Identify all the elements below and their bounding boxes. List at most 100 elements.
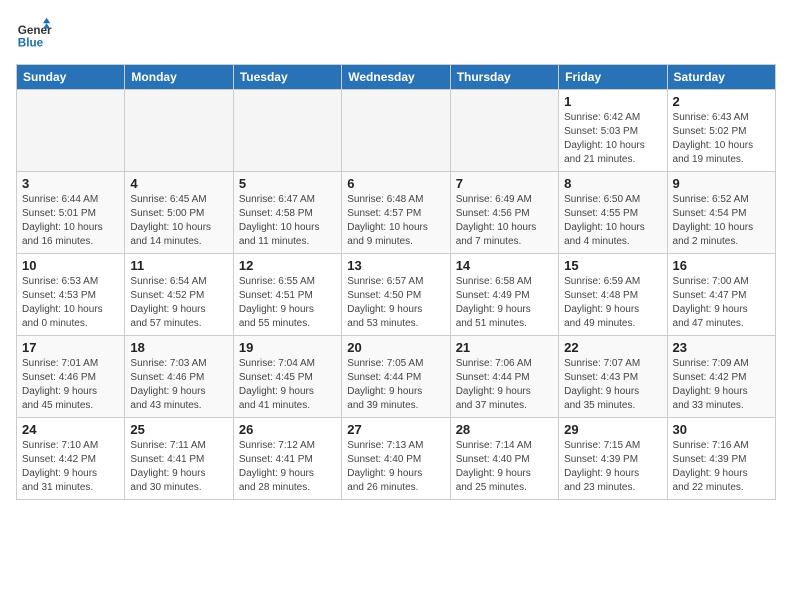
- day-cell: 11 Sunrise: 6:54 AM Sunset: 4:52 PM Dayli…: [125, 254, 233, 336]
- day-cell: [233, 90, 341, 172]
- day-cell: 1 Sunrise: 6:42 AM Sunset: 5:03 PM Daylig…: [559, 90, 667, 172]
- day-number: 14: [456, 258, 553, 273]
- day-cell: 4 Sunrise: 6:45 AM Sunset: 5:00 PM Daylig…: [125, 172, 233, 254]
- day-number: 11: [130, 258, 227, 273]
- weekday-header-wednesday: Wednesday: [342, 65, 450, 90]
- day-number: 2: [673, 94, 770, 109]
- day-cell: 13 Sunrise: 6:57 AM Sunset: 4:50 PM Dayli…: [342, 254, 450, 336]
- logo: General Blue: [16, 16, 52, 52]
- day-info: Sunrise: 7:14 AM Sunset: 4:40 PM Dayligh…: [456, 439, 553, 495]
- svg-text:Blue: Blue: [18, 37, 44, 50]
- day-cell: 7 Sunrise: 6:49 AM Sunset: 4:56 PM Daylig…: [450, 172, 558, 254]
- day-number: 22: [564, 340, 661, 355]
- week-row-4: 17 Sunrise: 7:01 AM Sunset: 4:46 PM Dayli…: [17, 336, 776, 418]
- day-cell: 16 Sunrise: 7:00 AM Sunset: 4:47 PM Dayli…: [667, 254, 775, 336]
- day-info: Sunrise: 6:44 AM Sunset: 5:01 PM Dayligh…: [22, 193, 119, 249]
- day-cell: 27 Sunrise: 7:13 AM Sunset: 4:40 PM Dayli…: [342, 418, 450, 500]
- day-info: Sunrise: 6:47 AM Sunset: 4:58 PM Dayligh…: [239, 193, 336, 249]
- day-info: Sunrise: 7:13 AM Sunset: 4:40 PM Dayligh…: [347, 439, 444, 495]
- day-number: 20: [347, 340, 444, 355]
- day-info: Sunrise: 6:52 AM Sunset: 4:54 PM Dayligh…: [673, 193, 770, 249]
- day-cell: 19 Sunrise: 7:04 AM Sunset: 4:45 PM Dayli…: [233, 336, 341, 418]
- day-info: Sunrise: 7:11 AM Sunset: 4:41 PM Dayligh…: [130, 439, 227, 495]
- day-cell: 9 Sunrise: 6:52 AM Sunset: 4:54 PM Daylig…: [667, 172, 775, 254]
- day-cell: [450, 90, 558, 172]
- day-cell: 24 Sunrise: 7:10 AM Sunset: 4:42 PM Dayli…: [17, 418, 125, 500]
- day-info: Sunrise: 7:16 AM Sunset: 4:39 PM Dayligh…: [673, 439, 770, 495]
- day-number: 29: [564, 422, 661, 437]
- weekday-row: SundayMondayTuesdayWednesdayThursdayFrid…: [17, 65, 776, 90]
- day-cell: 22 Sunrise: 7:07 AM Sunset: 4:43 PM Dayli…: [559, 336, 667, 418]
- day-number: 17: [22, 340, 119, 355]
- day-cell: 17 Sunrise: 7:01 AM Sunset: 4:46 PM Dayli…: [17, 336, 125, 418]
- day-info: Sunrise: 6:45 AM Sunset: 5:00 PM Dayligh…: [130, 193, 227, 249]
- day-cell: 10Sunrise: 6:53 AM Sunset: 4:53 PM Dayli…: [17, 254, 125, 336]
- day-number: 16: [673, 258, 770, 273]
- day-cell: 6 Sunrise: 6:48 AM Sunset: 4:57 PM Daylig…: [342, 172, 450, 254]
- day-number: 18: [130, 340, 227, 355]
- day-number: 1: [564, 94, 661, 109]
- day-cell: 14 Sunrise: 6:58 AM Sunset: 4:49 PM Dayli…: [450, 254, 558, 336]
- day-number: 19: [239, 340, 336, 355]
- day-info: Sunrise: 7:10 AM Sunset: 4:42 PM Dayligh…: [22, 439, 119, 495]
- day-number: 24: [22, 422, 119, 437]
- day-number: 27: [347, 422, 444, 437]
- day-number: 7: [456, 176, 553, 191]
- week-row-5: 24 Sunrise: 7:10 AM Sunset: 4:42 PM Dayli…: [17, 418, 776, 500]
- calendar-table: SundayMondayTuesdayWednesdayThursdayFrid…: [16, 64, 776, 500]
- day-info: Sunrise: 7:01 AM Sunset: 4:46 PM Dayligh…: [22, 357, 119, 413]
- day-info: Sunrise: 7:00 AM Sunset: 4:47 PM Dayligh…: [673, 275, 770, 331]
- day-number: 30: [673, 422, 770, 437]
- day-info: Sunrise: 7:04 AM Sunset: 4:45 PM Dayligh…: [239, 357, 336, 413]
- day-info: Sunrise: 7:15 AM Sunset: 4:39 PM Dayligh…: [564, 439, 661, 495]
- week-row-1: 1 Sunrise: 6:42 AM Sunset: 5:03 PM Daylig…: [17, 90, 776, 172]
- day-number: 26: [239, 422, 336, 437]
- calendar-header: SundayMondayTuesdayWednesdayThursdayFrid…: [17, 65, 776, 90]
- day-info: Sunrise: 6:42 AM Sunset: 5:03 PM Dayligh…: [564, 111, 661, 167]
- day-cell: 30 Sunrise: 7:16 AM Sunset: 4:39 PM Dayli…: [667, 418, 775, 500]
- day-cell: 21 Sunrise: 7:06 AM Sunset: 4:44 PM Dayli…: [450, 336, 558, 418]
- day-info: Sunrise: 6:49 AM Sunset: 4:56 PM Dayligh…: [456, 193, 553, 249]
- day-number: 4: [130, 176, 227, 191]
- day-number: 13: [347, 258, 444, 273]
- day-cell: [17, 90, 125, 172]
- day-number: 21: [456, 340, 553, 355]
- day-cell: 28Sunrise: 7:14 AM Sunset: 4:40 PM Dayli…: [450, 418, 558, 500]
- day-cell: 12Sunrise: 6:55 AM Sunset: 4:51 PM Dayli…: [233, 254, 341, 336]
- day-info: Sunrise: 6:53 AM Sunset: 4:53 PM Dayligh…: [22, 275, 119, 331]
- day-info: Sunrise: 7:05 AM Sunset: 4:44 PM Dayligh…: [347, 357, 444, 413]
- page-header: General Blue: [16, 16, 776, 52]
- day-cell: 23 Sunrise: 7:09 AM Sunset: 4:42 PM Dayli…: [667, 336, 775, 418]
- day-number: 5: [239, 176, 336, 191]
- day-number: 25: [130, 422, 227, 437]
- day-info: Sunrise: 6:48 AM Sunset: 4:57 PM Dayligh…: [347, 193, 444, 249]
- week-row-2: 3Sunrise: 6:44 AM Sunset: 5:01 PM Daylig…: [17, 172, 776, 254]
- day-info: Sunrise: 7:06 AM Sunset: 4:44 PM Dayligh…: [456, 357, 553, 413]
- day-cell: 20 Sunrise: 7:05 AM Sunset: 4:44 PM Dayli…: [342, 336, 450, 418]
- day-info: Sunrise: 6:50 AM Sunset: 4:55 PM Dayligh…: [564, 193, 661, 249]
- week-row-3: 10Sunrise: 6:53 AM Sunset: 4:53 PM Dayli…: [17, 254, 776, 336]
- day-number: 12: [239, 258, 336, 273]
- weekday-header-monday: Monday: [125, 65, 233, 90]
- weekday-header-sunday: Sunday: [17, 65, 125, 90]
- day-number: 9: [673, 176, 770, 191]
- weekday-header-tuesday: Tuesday: [233, 65, 341, 90]
- day-info: Sunrise: 7:09 AM Sunset: 4:42 PM Dayligh…: [673, 357, 770, 413]
- day-cell: 26 Sunrise: 7:12 AM Sunset: 4:41 PM Dayli…: [233, 418, 341, 500]
- day-info: Sunrise: 7:07 AM Sunset: 4:43 PM Dayligh…: [564, 357, 661, 413]
- day-number: 8: [564, 176, 661, 191]
- day-info: Sunrise: 6:57 AM Sunset: 4:50 PM Dayligh…: [347, 275, 444, 331]
- day-cell: [342, 90, 450, 172]
- day-info: Sunrise: 6:59 AM Sunset: 4:48 PM Dayligh…: [564, 275, 661, 331]
- day-cell: 25 Sunrise: 7:11 AM Sunset: 4:41 PM Dayli…: [125, 418, 233, 500]
- day-number: 6: [347, 176, 444, 191]
- day-cell: [125, 90, 233, 172]
- day-number: 15: [564, 258, 661, 273]
- day-number: 23: [673, 340, 770, 355]
- day-cell: 5 Sunrise: 6:47 AM Sunset: 4:58 PM Daylig…: [233, 172, 341, 254]
- day-cell: 15 Sunrise: 6:59 AM Sunset: 4:48 PM Dayli…: [559, 254, 667, 336]
- day-cell: 2Sunrise: 6:43 AM Sunset: 5:02 PM Daylig…: [667, 90, 775, 172]
- day-info: Sunrise: 6:58 AM Sunset: 4:49 PM Dayligh…: [456, 275, 553, 331]
- day-info: Sunrise: 6:54 AM Sunset: 4:52 PM Dayligh…: [130, 275, 227, 331]
- day-info: Sunrise: 7:12 AM Sunset: 4:41 PM Dayligh…: [239, 439, 336, 495]
